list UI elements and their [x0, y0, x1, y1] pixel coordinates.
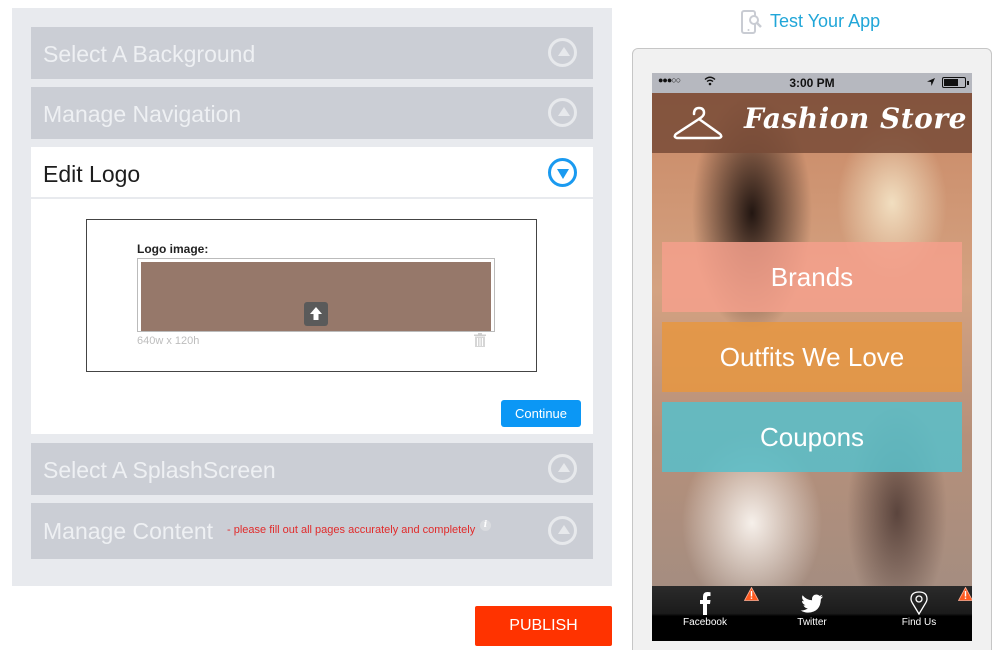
menu-button-outfits[interactable]: Outfits We Love — [662, 322, 962, 392]
menu-button-coupons[interactable]: Coupons — [662, 402, 962, 472]
section-title: Edit Logo — [43, 161, 141, 187]
logo-label: Logo image: — [137, 242, 209, 256]
section-title: Select A SplashScreen — [43, 457, 276, 483]
logo-upload-box: Logo image: 640w x 120h — [86, 219, 537, 372]
section-select-splashscreen[interactable]: Select A SplashScreen — [31, 443, 593, 495]
continue-button[interactable]: Continue — [501, 400, 581, 427]
tab-label: Facebook — [683, 617, 727, 628]
upload-arrow-icon — [310, 307, 322, 320]
collapse-arrow-icon[interactable] — [548, 158, 577, 187]
location-arrow-icon — [927, 78, 935, 86]
section-manage-content[interactable]: Manage Content - please fill out all pag… — [31, 503, 593, 559]
section-title: Select A Background — [43, 41, 256, 67]
section-title: Manage Navigation — [43, 101, 242, 127]
logo-size-hint: 640w x 120h — [137, 335, 200, 347]
tab-facebook[interactable]: Facebook — [652, 586, 759, 641]
battery-icon — [942, 77, 969, 88]
section-title: Manage Content — [43, 518, 214, 544]
store-title: Fashion Store — [744, 102, 967, 135]
facebook-icon — [700, 592, 711, 615]
expand-arrow-icon[interactable] — [548, 98, 577, 127]
alert-icon — [744, 587, 759, 601]
section-manage-navigation[interactable]: Manage Navigation — [31, 87, 593, 139]
status-bar: ●●●○○ 3:00 PM — [652, 73, 972, 93]
tab-label: Find Us — [901, 617, 937, 628]
expand-arrow-icon[interactable] — [548, 454, 577, 483]
section-header[interactable]: Edit Logo — [31, 147, 593, 199]
status-time: 3:00 PM — [789, 76, 835, 90]
map-pin-icon — [910, 591, 928, 615]
trash-icon[interactable] — [474, 333, 486, 347]
upload-button[interactable] — [304, 302, 328, 326]
menu-button-brands[interactable]: Brands — [662, 242, 962, 312]
hanger-icon — [673, 106, 723, 140]
warning-text: - please fill out all pages accurately a… — [227, 524, 476, 536]
info-icon[interactable]: i — [480, 520, 491, 531]
tab-bar: Facebook Twitter Find Us — [652, 586, 972, 641]
tab-label: Twitter — [797, 617, 827, 628]
tab-twitter[interactable]: Twitter — [759, 586, 865, 641]
alert-icon — [958, 587, 972, 601]
publish-button[interactable]: PUBLISH — [475, 606, 612, 646]
app-header: Fashion Store — [652, 93, 972, 153]
app-preview-screen: ●●●○○ 3:00 PM Fashion Store Brands Outfi… — [652, 73, 972, 641]
expand-arrow-icon[interactable] — [548, 38, 577, 67]
expand-arrow-icon[interactable] — [548, 516, 577, 545]
twitter-icon — [800, 594, 823, 613]
phone-search-icon — [741, 10, 762, 34]
logo-preview-frame — [137, 258, 495, 332]
section-select-background[interactable]: Select A Background — [31, 27, 593, 79]
editor-panel: Select A Background Manage Navigation Ed… — [12, 8, 612, 586]
test-your-app-label: Test Your App — [770, 11, 881, 31]
tab-find-us[interactable]: Find Us — [866, 586, 972, 641]
section-edit-logo: Edit Logo Logo image: 640w x 120h Contin — [31, 147, 593, 434]
